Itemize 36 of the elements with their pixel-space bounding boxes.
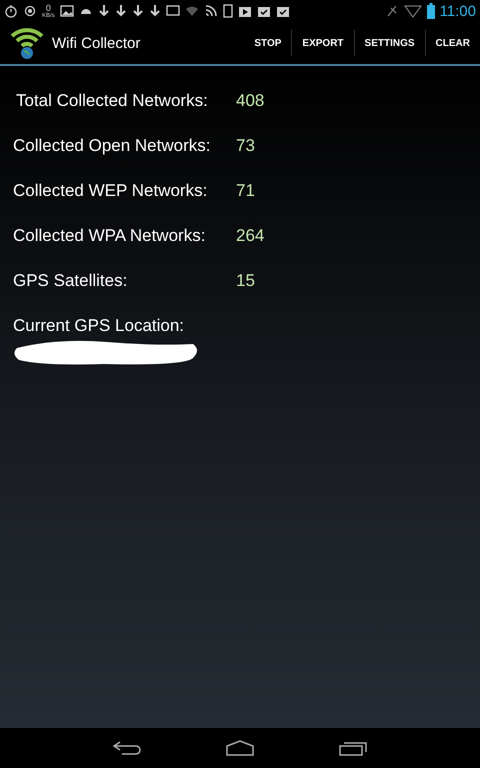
- wifi-icon: [404, 4, 422, 18]
- stat-value: 73: [236, 136, 255, 156]
- home-icon[interactable]: [224, 739, 255, 757]
- check-bag-icon: [276, 4, 290, 18]
- image-icon: [60, 4, 74, 18]
- download-icon: [114, 4, 127, 18]
- stat-label: Collected Open Networks:: [13, 136, 212, 156]
- battery-icon: [426, 3, 435, 19]
- stat-label: Collected WEP Networks:: [13, 180, 208, 200]
- stat-value: 264: [236, 226, 264, 246]
- download-icon: [148, 4, 161, 18]
- location-label: Current GPS Location:: [13, 316, 186, 336]
- stat-value: 15: [236, 270, 255, 290]
- phone-icon: [222, 4, 233, 18]
- speed-value: 0: [46, 4, 51, 12]
- monitor-icon: [166, 4, 180, 18]
- gps-icon: [23, 4, 37, 18]
- download-icon: [98, 4, 110, 18]
- app-title: Wifi Collector: [52, 34, 142, 52]
- clock-time: 11:00: [440, 2, 476, 20]
- stat-value: 71: [236, 180, 255, 200]
- signal-icon: [204, 4, 218, 18]
- action-button[interactable]: STOP: [244, 22, 292, 64]
- wifi-globe-icon: [10, 26, 44, 60]
- action-button[interactable]: CLEAR: [426, 22, 480, 64]
- action-button[interactable]: EXPORT: [292, 22, 354, 64]
- stat-label: Collected WPA Networks:: [13, 226, 206, 246]
- play-bag-icon: [238, 4, 252, 18]
- action-button[interactable]: SETTINGS: [354, 22, 425, 64]
- back-icon[interactable]: [112, 739, 142, 757]
- stat-value: 408: [236, 90, 264, 110]
- download-icon: [132, 4, 144, 18]
- stat-label: GPS Satellites:: [13, 270, 128, 290]
- stopwatch-icon: [4, 4, 18, 18]
- stat-label: Total Collected Networks:: [16, 90, 209, 110]
- check-bag-icon: [256, 4, 271, 18]
